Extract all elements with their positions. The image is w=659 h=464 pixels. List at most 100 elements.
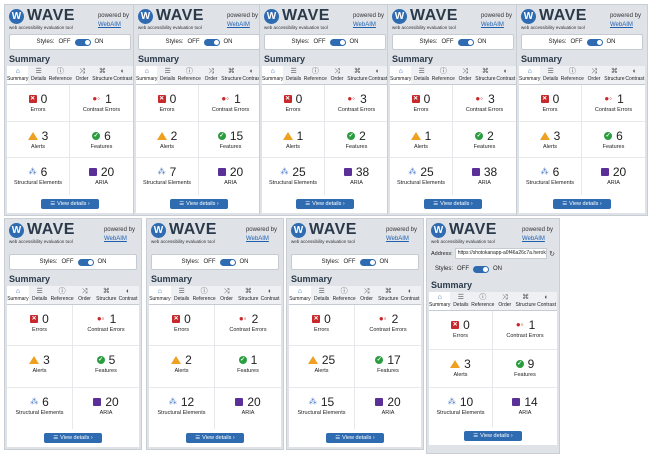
tab-details[interactable]: ☰ Details (157, 66, 177, 84)
tab-details[interactable]: ☰ Details (411, 66, 431, 84)
features-stat[interactable]: ✓ 6 Features (70, 122, 133, 159)
aria-stat[interactable]: 20 ARIA (582, 158, 645, 195)
styles-toggle[interactable] (473, 265, 490, 273)
tab-order[interactable]: ⤨ Order (455, 66, 475, 84)
features-stat[interactable]: ✓ 5 Features (73, 346, 139, 388)
errors-stat[interactable]: ✕ 0 Errors (136, 85, 199, 122)
features-stat[interactable]: ✓ 1 Features (215, 346, 281, 388)
tab-summary[interactable]: ⌂ Summary (7, 66, 29, 84)
tab-order[interactable]: ⤨ Order (356, 286, 378, 304)
tab-details[interactable]: ☰ Details (29, 286, 51, 304)
tab-structure[interactable]: ⌘ Structure (92, 66, 112, 84)
styles-toggle[interactable] (74, 38, 91, 46)
tab-order[interactable]: ⤨ Order (216, 286, 238, 304)
tab-structure[interactable]: ⌘ Structure (377, 286, 399, 304)
styles-toggle[interactable] (77, 258, 94, 266)
structure-stat[interactable]: ⁂ 6 Structural Elements (7, 158, 70, 195)
tab-contrast[interactable]: ◐ Contrast (496, 66, 516, 84)
errors-stat[interactable]: ✕ 0 Errors (390, 85, 453, 122)
view-details-button[interactable]: ☰ View details › (424, 199, 482, 209)
features-stat[interactable]: ✓ 6 Features (582, 122, 645, 159)
view-details-button[interactable]: ☰ View details › (41, 199, 99, 209)
contrast-stat[interactable]: ●◦ 1 Contrast Errors (70, 85, 133, 122)
tab-details[interactable]: ☰ Details (450, 292, 471, 310)
tab-details[interactable]: ☰ Details (171, 286, 193, 304)
features-stat[interactable]: ✓ 2 Features (325, 122, 388, 159)
tab-summary[interactable]: ⌂ Summary (262, 66, 284, 84)
view-details-button[interactable]: ☰ View details › (553, 199, 611, 209)
tab-contrast[interactable]: ◐ Contrast (368, 66, 388, 84)
tab-reference[interactable]: ⓘ Reference (178, 66, 201, 84)
view-details-button[interactable]: ☰ View details › (170, 199, 228, 209)
aria-stat[interactable]: 14 ARIA (493, 388, 557, 427)
tab-summary[interactable]: ⌂ Summary (7, 286, 29, 304)
tab-structure[interactable]: ⌘ Structure (221, 66, 241, 84)
webaim-link[interactable]: WebAIM (98, 21, 129, 30)
view-details-button[interactable]: ☰ View details › (464, 431, 522, 441)
tab-summary[interactable]: ⌂ Summary (289, 286, 311, 304)
alerts-stat[interactable]: 25 Alerts (289, 346, 355, 388)
contrast-stat[interactable]: ●◦ 2 Contrast Errors (355, 305, 421, 347)
view-details-button[interactable]: ☰ View details › (44, 433, 102, 443)
structure-stat[interactable]: ⁂ 6 Structural Elements (7, 387, 73, 429)
aria-stat[interactable]: 20 ARIA (73, 388, 139, 429)
contrast-stat[interactable]: ●◦ 1 Contrast Errors (582, 85, 645, 122)
structure-stat[interactable]: ⁂ 25 Structural Elements (262, 158, 325, 195)
tab-reference[interactable]: ⓘ Reference (193, 286, 216, 304)
alerts-stat[interactable]: 2 Alerts (136, 121, 199, 159)
tab-structure[interactable]: ⌘ Structure (475, 66, 495, 84)
tab-details[interactable]: ☰ Details (283, 66, 303, 84)
tab-details[interactable]: ☰ Details (540, 66, 560, 84)
features-stat[interactable]: ✓ 15 Features (199, 122, 262, 159)
alerts-stat[interactable]: 1 Alerts (390, 121, 453, 159)
errors-stat[interactable]: ✕ 0 Errors (519, 85, 582, 122)
styles-toggle[interactable] (203, 38, 220, 46)
webaim-link[interactable]: WebAIM (386, 235, 417, 244)
alerts-stat[interactable]: 2 Alerts (149, 346, 215, 388)
alerts-stat[interactable]: 3 Alerts (7, 121, 70, 159)
features-stat[interactable]: ✓ 17 Features (355, 346, 421, 388)
errors-stat[interactable]: ✕ 0 Errors (149, 305, 215, 347)
webaim-link[interactable]: WebAIM (227, 21, 258, 30)
tab-contrast[interactable]: ◐ Contrast (117, 286, 139, 304)
aria-stat[interactable]: 38 ARIA (453, 158, 516, 195)
structure-stat[interactable]: ⁂ 12 Structural Elements (149, 387, 215, 429)
tab-order[interactable]: ⤨ Order (74, 286, 96, 304)
tab-details[interactable]: ☰ Details (28, 66, 48, 84)
tab-structure[interactable]: ⌘ Structure (515, 292, 536, 310)
tab-reference[interactable]: ⓘ Reference (561, 66, 584, 84)
alerts-stat[interactable]: 3 Alerts (519, 121, 582, 159)
tab-summary[interactable]: ⌂ Summary (390, 66, 412, 84)
aria-stat[interactable]: 20 ARIA (199, 158, 262, 195)
tab-structure[interactable]: ⌘ Structure (604, 66, 624, 84)
tab-structure[interactable]: ⌘ Structure (95, 286, 117, 304)
aria-stat[interactable]: 20 ARIA (70, 158, 133, 195)
view-details-button[interactable]: ☰ View details › (186, 433, 244, 443)
tab-reference[interactable]: ⓘ Reference (51, 286, 74, 304)
tab-details[interactable]: ☰ Details (311, 286, 333, 304)
tab-order[interactable]: ⤨ Order (584, 66, 604, 84)
view-details-button[interactable]: ☰ View details › (296, 199, 354, 209)
aria-stat[interactable]: 38 ARIA (325, 158, 388, 195)
structure-stat[interactable]: ⁂ 7 Structural Elements (136, 158, 199, 195)
aria-stat[interactable]: 20 ARIA (355, 388, 421, 429)
tab-structure[interactable]: ⌘ Structure (237, 286, 259, 304)
errors-stat[interactable]: ✕ 0 Errors (7, 85, 70, 122)
alerts-stat[interactable]: 3 Alerts (429, 349, 493, 389)
tab-reference[interactable]: ⓘ Reference (333, 286, 356, 304)
tab-summary[interactable]: ⌂ Summary (429, 292, 451, 310)
view-details-button[interactable]: ☰ View details › (326, 433, 384, 443)
tab-structure[interactable]: ⌘ Structure (347, 66, 367, 84)
alerts-stat[interactable]: 1 Alerts (262, 121, 325, 159)
alerts-stat[interactable]: 3 Alerts (7, 346, 73, 388)
webaim-link[interactable]: WebAIM (104, 235, 135, 244)
contrast-stat[interactable]: ●◦ 2 Contrast Errors (215, 305, 281, 347)
structure-stat[interactable]: ⁂ 15 Structural Elements (289, 387, 355, 429)
tab-order[interactable]: ⤨ Order (327, 66, 347, 84)
styles-toggle[interactable] (586, 38, 603, 46)
contrast-stat[interactable]: ●◦ 3 Contrast Errors (325, 85, 388, 122)
styles-toggle[interactable] (359, 258, 376, 266)
errors-stat[interactable]: ✕ 0 Errors (7, 305, 73, 347)
contrast-stat[interactable]: ●◦ 1 Contrast Errors (73, 305, 139, 347)
styles-toggle[interactable] (219, 258, 236, 266)
